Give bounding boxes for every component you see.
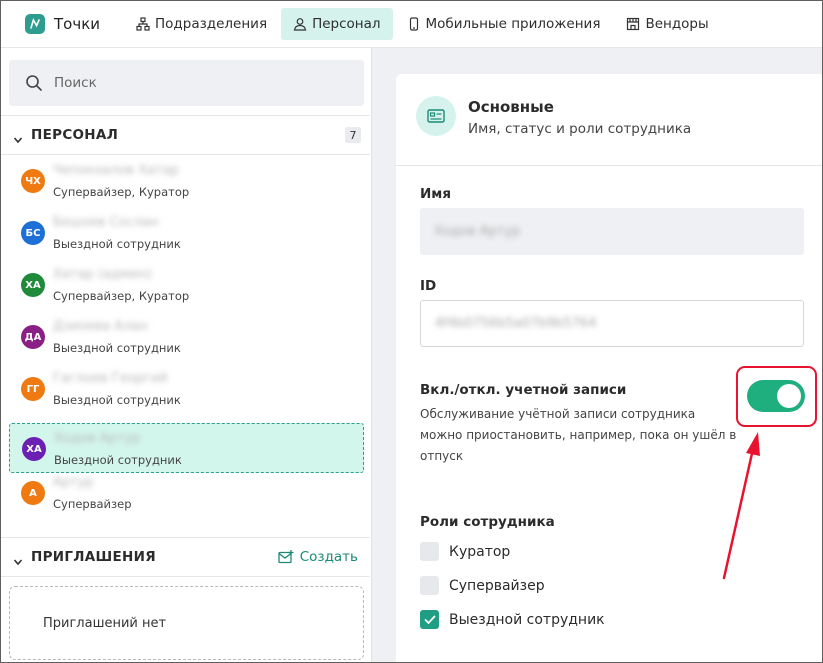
staff-role: Супервайзер [53,497,132,511]
create-invite-label: Создать [299,549,358,565]
id-field[interactable]: 4f4b0756b5a07b9b5764 [420,300,804,347]
invites-section-title: ПРИГЛАШЕНИЯ [31,549,156,565]
divider [396,165,822,166]
staff-name: Гаглоев Георгий [53,371,168,386]
tab-label: Подразделения [155,16,268,32]
org-structure-icon [136,17,150,31]
avatar: А [21,481,45,505]
staff-name: Хатар (админ) [53,267,152,282]
search-icon [25,74,43,92]
person-icon [293,17,307,31]
role-checkbox-row[interactable]: Выездной сотрудник [420,610,605,629]
tab-subdivisions[interactable]: Подразделения [124,8,279,40]
avatar: ДА [21,325,45,349]
staff-role: Супервайзер, Куратор [53,289,190,303]
staff-role: Супервайзер, Куратор [53,185,190,199]
sidebar: Поиск ПЕРСОНАЛ 7 ЧХ Чепокоалов Хатар Супер… [1,48,372,662]
checkbox[interactable] [420,576,439,595]
brand[interactable]: Точки [25,14,100,34]
avatar: ЧХ [21,169,45,193]
app-name: Точки [54,15,101,33]
card-title: Основные [468,98,554,116]
staff-name: Дзиоевa Алан [53,319,148,334]
staff-name: Бешоев Сослан [53,215,159,230]
search-placeholder: Поиск [54,75,97,91]
staff-count-badge: 7 [345,127,361,143]
tab-label: Мобильные приложения [425,16,601,32]
top-navigation: Точки Подразделения Персонал Мобильные п… [1,1,822,48]
tab-mobile-apps[interactable]: Мобильные приложения [395,8,613,40]
tab-vendors[interactable]: Вендоры [614,8,720,40]
staff-name: Артур [53,475,94,490]
role-checkbox-row[interactable]: Супервайзер [420,576,545,595]
avatar: БС [21,221,45,245]
logo-icon [25,14,45,34]
staff-list-item[interactable]: ХА Хатар (админ) Супервайзер, Куратор [9,260,364,310]
staff-role: Выездной сотрудник [53,237,181,251]
checkbox[interactable] [420,542,439,561]
staff-list-item[interactable]: ХА Ходов Артур Выездной сотрудник [9,423,364,473]
invites-empty-text: Приглашений нет [43,615,167,631]
invites-section-header[interactable]: ПРИГЛАШЕНИЯ Создать [1,537,370,577]
invites-empty-box: Приглашений нет [9,586,364,660]
mail-plus-icon [278,550,294,564]
account-toggle-title: Вкл./откл. учетной записи [420,382,627,398]
avatar: ХА [22,437,46,461]
role-checkbox-row[interactable]: Куратор [420,542,510,561]
chevron-down-icon [13,130,23,144]
id-label: ID [420,278,437,294]
staff-name: Ходов Артур [54,431,141,446]
staff-section-header[interactable]: ПЕРСОНАЛ 7 [1,115,370,155]
app-window: Точки Подразделения Персонал Мобильные п… [0,0,823,663]
staff-list-item[interactable]: БС Бешоев Сослан Выездной сотрудник [9,208,364,258]
id-value: 4f4b0756b5a07b9b5764 [435,316,597,331]
name-value: Ходов Артур [434,224,521,239]
name-label: Имя [420,186,452,202]
name-field[interactable]: Ходов Артур [420,208,804,255]
tab-label: Вендоры [645,16,709,32]
role-label: Супервайзер [449,577,545,594]
staff-list-item[interactable]: А Артур Супервайзер [9,468,364,518]
staff-role: Выездной сотрудник [53,341,181,355]
avatar: ХА [21,273,45,297]
tab-label: Персонал [312,16,381,32]
check-icon [424,615,435,624]
card-subtitle: Имя, статус и роли сотрудника [468,121,692,137]
chevron-down-icon [13,552,23,566]
staff-list-item[interactable]: ЧХ Чепокоалов Хатар Супервайзер, Куратор [9,156,364,206]
store-icon [626,17,640,31]
create-invite-button[interactable]: Создать [278,549,358,565]
roles-title: Роли сотрудника [420,514,555,530]
staff-role: Выездной сотрудник [54,453,182,467]
mobile-icon [407,17,421,31]
staff-list-item[interactable]: ДА Дзиоевa Алан Выездной сотрудник [9,312,364,362]
role-label: Куратор [449,543,511,560]
staff-name: Чепокоалов Хатар [53,163,179,178]
highlight-ring [736,366,817,427]
tab-personnel[interactable]: Персонал [281,8,393,40]
staff-role: Выездной сотрудник [53,393,181,407]
id-card-icon [416,96,456,136]
avatar: ГГ [21,377,45,401]
checkbox-checked[interactable] [420,610,439,629]
account-toggle-description: Обслуживание учётной записи сотрудника м… [420,407,737,463]
main-info-card: Основные Имя, статус и роли сотрудника И… [396,74,822,662]
search-input[interactable]: Поиск [9,60,364,106]
staff-list-item[interactable]: ГГ Гаглоев Георгий Выездной сотрудник [9,364,364,414]
staff-section-title: ПЕРСОНАЛ [31,127,119,143]
role-label: Выездной сотрудник [449,611,605,628]
